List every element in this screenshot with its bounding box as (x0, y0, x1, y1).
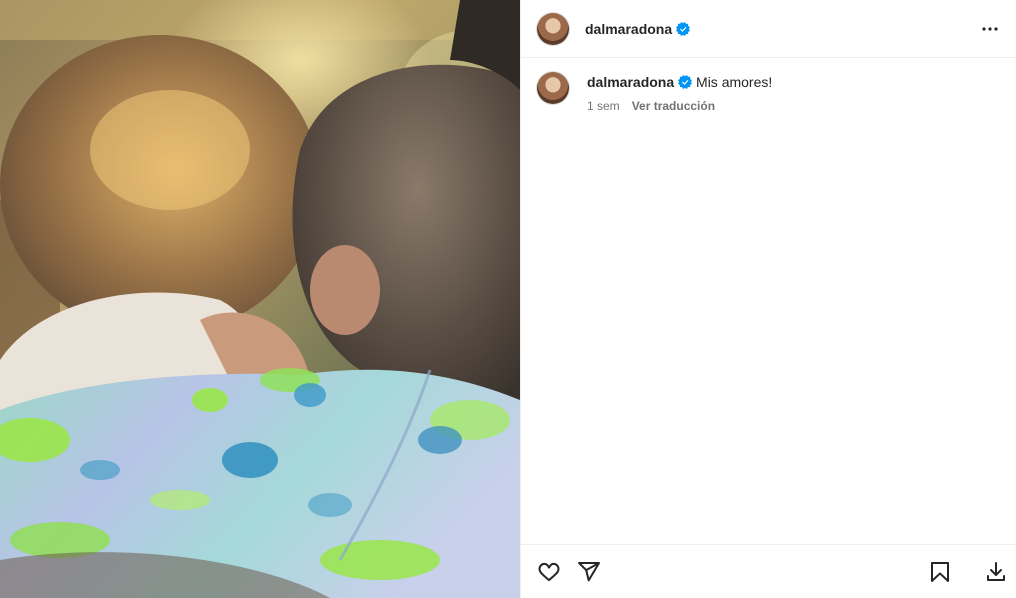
heart-icon[interactable] (537, 560, 561, 584)
caption-author-username[interactable]: dalmaradona (587, 74, 674, 90)
caption-body: dalmaradona Mis amores! 1 sem Ver traduc… (587, 72, 772, 113)
photo-illustration (0, 0, 520, 598)
translate-link[interactable]: Ver traducción (632, 99, 715, 113)
post-photo[interactable] (0, 0, 520, 598)
post-time-ago[interactable]: 1 sem (587, 99, 620, 113)
caption-row: dalmaradona Mis amores! 1 sem Ver traduc… (537, 72, 1000, 113)
action-bar (521, 544, 1016, 598)
caption-verified-badge-icon (678, 75, 693, 89)
bookmark-icon[interactable] (928, 560, 952, 584)
post-header: dalmaradona (521, 0, 1016, 58)
verified-badge-icon (676, 21, 691, 36)
more-options-icon[interactable] (978, 17, 1002, 41)
caption-text: Mis amores! (696, 74, 773, 90)
author-avatar[interactable] (537, 12, 569, 45)
download-icon[interactable] (984, 560, 1008, 584)
send-icon[interactable] (577, 560, 601, 584)
caption-text-line: dalmaradona Mis amores! (587, 72, 772, 91)
instagram-post: dalmaradona dalmaradona Mis amores! 1 se… (0, 0, 1016, 598)
author-username[interactable]: dalmaradona (585, 21, 672, 37)
comments-area: dalmaradona Mis amores! 1 sem Ver traduc… (521, 58, 1016, 544)
post-sidebar: dalmaradona dalmaradona Mis amores! 1 se… (520, 0, 1016, 598)
caption-author-avatar[interactable] (537, 72, 569, 104)
caption-meta: 1 sem Ver traducción (587, 99, 772, 113)
